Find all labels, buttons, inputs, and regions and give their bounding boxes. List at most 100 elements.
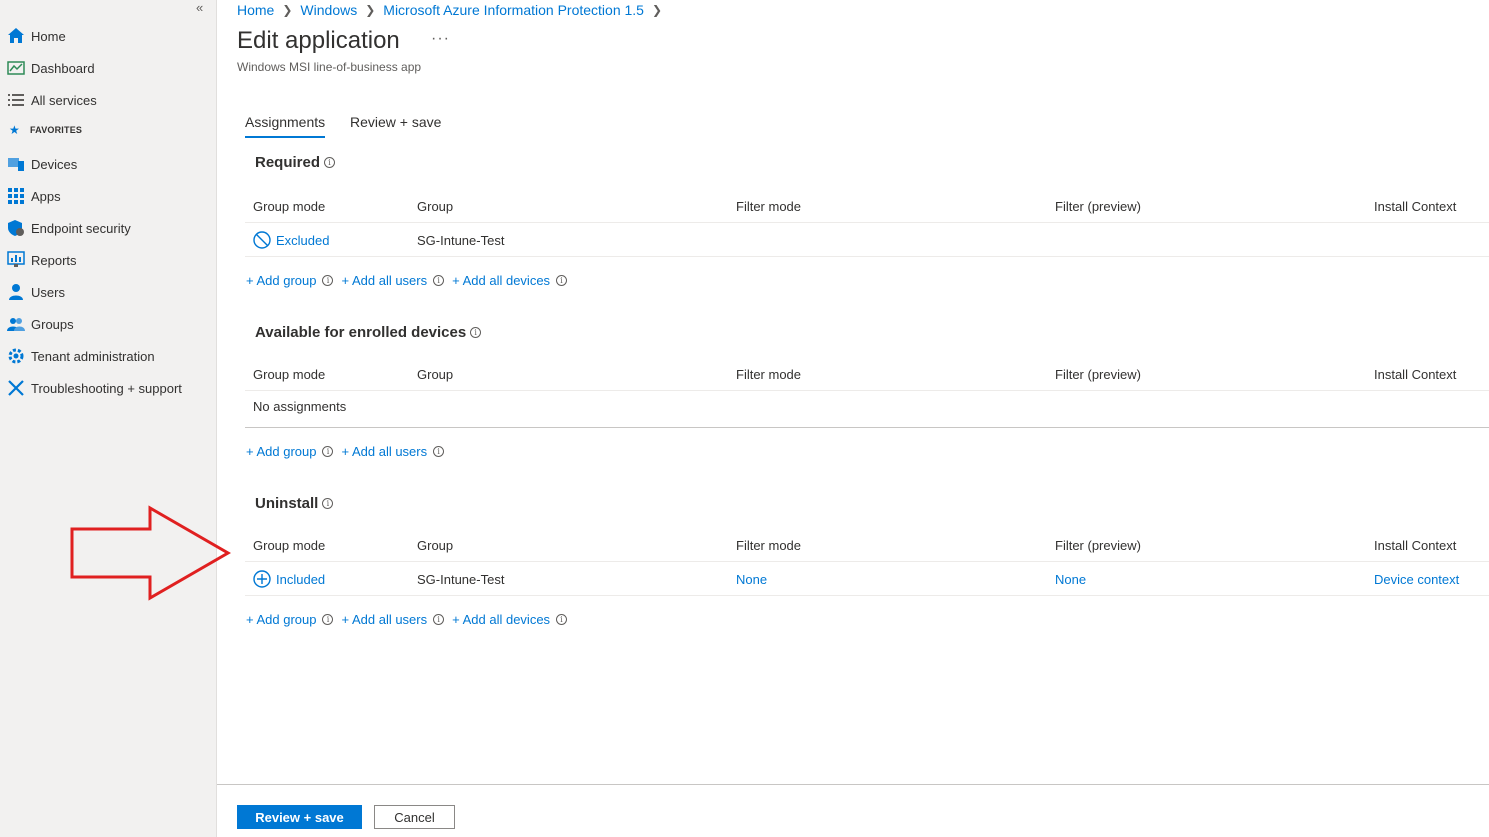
- column-header: Filter (preview): [1055, 538, 1141, 553]
- sidebar-item-troubleshooting[interactable]: Troubleshooting + support: [6, 377, 182, 399]
- divider: [245, 427, 1489, 428]
- tenant-admin-icon: [6, 347, 25, 366]
- table-header: Group mode Group Filter mode Filter (pre…: [245, 191, 1489, 223]
- sidebar-item-all-services[interactable]: All services: [6, 89, 97, 111]
- sidebar-item-home[interactable]: Home: [6, 25, 66, 47]
- review-save-button[interactable]: Review + save: [237, 805, 362, 829]
- sidebar-item-label: Devices: [31, 156, 78, 172]
- column-header: Filter (preview): [1055, 367, 1141, 382]
- sidebar-item-label: Reports: [31, 252, 77, 268]
- sidebar-item-label: Tenant administration: [31, 348, 155, 364]
- dashboard-icon: [6, 59, 25, 78]
- column-header: Install Context: [1374, 538, 1457, 553]
- section-title-required: Required i: [255, 154, 336, 171]
- column-header: Group: [417, 538, 454, 553]
- info-icon[interactable]: i: [322, 446, 334, 457]
- empty-state-text: No assignments: [253, 399, 347, 414]
- add-all-devices-link[interactable]: + Add all devices: [452, 612, 550, 627]
- breadcrumb: Home ❯ Windows ❯ Microsoft Azure Informa…: [237, 2, 670, 18]
- add-all-users-link[interactable]: + Add all users: [341, 612, 427, 627]
- breadcrumb-windows[interactable]: Windows: [300, 2, 357, 18]
- footer-divider: [217, 784, 1489, 785]
- info-icon[interactable]: i: [556, 614, 568, 625]
- group-mode-cell[interactable]: Included: [253, 570, 325, 588]
- list-icon: [6, 91, 25, 110]
- group-cell: SG-Intune-Test: [417, 572, 505, 587]
- info-icon[interactable]: i: [322, 498, 334, 509]
- add-actions-required: + Add group i + Add all users i + Add al…: [246, 273, 575, 288]
- tab-assignments[interactable]: Assignments: [245, 114, 326, 138]
- sidebar-item-endpoint-security[interactable]: Endpoint security: [6, 217, 131, 239]
- sidebar: « Home Dashboard All services ★ FAVORITE…: [0, 0, 217, 837]
- sidebar-item-groups[interactable]: Groups: [6, 313, 74, 335]
- page-subtitle: Windows MSI line-of-business app: [237, 60, 422, 74]
- info-icon[interactable]: i: [470, 327, 482, 338]
- add-actions-uninstall: + Add group i + Add all users i + Add al…: [246, 612, 575, 627]
- star-icon: ★: [9, 123, 20, 137]
- column-header: Group mode: [253, 538, 326, 553]
- red-arrow-annotation-icon: [70, 505, 232, 601]
- add-all-users-link[interactable]: + Add all users: [341, 273, 427, 288]
- column-header: Filter mode: [736, 367, 802, 382]
- sidebar-item-apps[interactable]: Apps: [6, 185, 61, 207]
- info-icon[interactable]: i: [433, 446, 445, 457]
- info-icon[interactable]: i: [322, 614, 334, 625]
- section-title-uninstall: Uninstall i: [255, 495, 334, 512]
- info-icon[interactable]: i: [433, 614, 445, 625]
- column-header: Group: [417, 199, 454, 214]
- table-header: Group mode Group Filter mode Filter (pre…: [245, 359, 1489, 391]
- add-all-devices-link[interactable]: + Add all devices: [452, 273, 550, 288]
- sidebar-item-users[interactable]: Users: [6, 281, 65, 303]
- sidebar-item-tenant-administration[interactable]: Tenant administration: [6, 345, 155, 367]
- sidebar-item-label: Users: [31, 284, 65, 300]
- add-actions-available: + Add group i + Add all users i: [246, 444, 452, 459]
- column-header: Filter mode: [736, 199, 802, 214]
- reports-icon: [6, 251, 25, 270]
- group-cell: SG-Intune-Test: [417, 233, 505, 248]
- tab-review-save[interactable]: Review + save: [350, 114, 441, 136]
- tools-icon: [6, 379, 25, 398]
- devices-icon: [6, 155, 25, 174]
- collapse-sidebar-icon[interactable]: «: [196, 0, 203, 15]
- blocked-icon: [253, 231, 271, 249]
- main-content: Home ❯ Windows ❯ Microsoft Azure Informa…: [217, 0, 1489, 837]
- groups-icon: [6, 315, 25, 334]
- info-icon[interactable]: i: [433, 275, 445, 286]
- install-context-cell[interactable]: Device context: [1374, 572, 1459, 587]
- table-header: Group mode Group Filter mode Filter (pre…: [245, 530, 1489, 562]
- cancel-button[interactable]: Cancel: [374, 805, 455, 829]
- table-row[interactable]: Excluded SG-Intune-Test: [245, 225, 1489, 257]
- info-icon[interactable]: i: [324, 157, 336, 168]
- add-circle-icon: [253, 570, 271, 588]
- sidebar-item-label: Endpoint security: [31, 220, 131, 236]
- sidebar-item-dashboard[interactable]: Dashboard: [6, 57, 95, 79]
- shield-icon: [6, 219, 25, 238]
- breadcrumb-home[interactable]: Home: [237, 2, 274, 18]
- more-options-icon[interactable]: ···: [431, 30, 450, 48]
- sidebar-item-reports[interactable]: Reports: [6, 249, 77, 271]
- sidebar-item-label: Troubleshooting + support: [31, 380, 182, 396]
- page-title: Edit application: [237, 27, 400, 54]
- add-all-users-link[interactable]: + Add all users: [341, 444, 427, 459]
- apps-icon: [6, 187, 25, 206]
- column-header: Group mode: [253, 199, 326, 214]
- sidebar-item-label: Dashboard: [31, 60, 95, 76]
- sidebar-item-devices[interactable]: Devices: [6, 153, 77, 175]
- filter-cell[interactable]: None: [1055, 572, 1086, 587]
- add-group-link[interactable]: + Add group: [246, 273, 316, 288]
- chevron-right-icon: ❯: [282, 3, 293, 17]
- info-icon[interactable]: i: [556, 275, 568, 286]
- chevron-right-icon: ❯: [651, 3, 663, 17]
- group-mode-cell[interactable]: Excluded: [253, 231, 329, 249]
- add-group-link[interactable]: + Add group: [246, 612, 316, 627]
- home-icon: [6, 27, 25, 46]
- table-row[interactable]: Included SG-Intune-Test None None Device…: [245, 564, 1489, 596]
- filter-mode-cell[interactable]: None: [736, 572, 767, 587]
- add-group-link[interactable]: + Add group: [246, 444, 316, 459]
- info-icon[interactable]: i: [322, 275, 334, 286]
- sidebar-item-label: Apps: [31, 188, 61, 204]
- chevron-right-icon: ❯: [365, 3, 376, 17]
- column-header: Group mode: [253, 367, 326, 382]
- column-header: Group: [417, 367, 454, 382]
- breadcrumb-app[interactable]: Microsoft Azure Information Protection 1…: [383, 2, 644, 18]
